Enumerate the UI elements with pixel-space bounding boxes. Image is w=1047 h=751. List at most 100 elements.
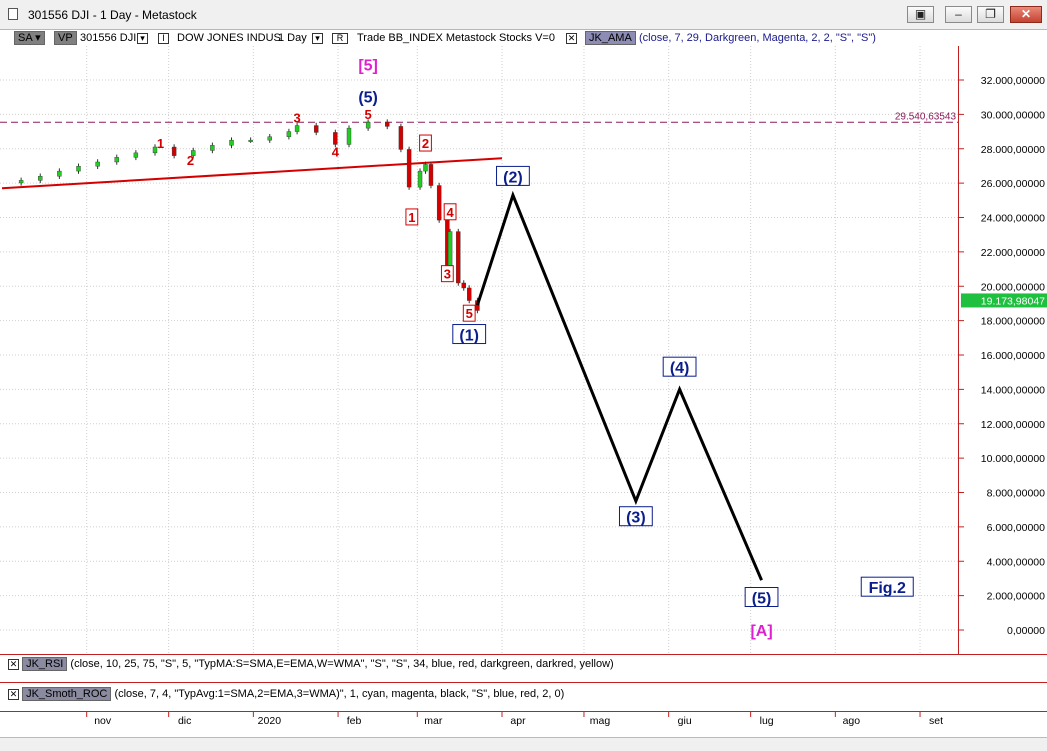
rsi-panel[interactable]: ✕ JK_RSI (close, 10, 25, 75, "S", 5, "Ty…: [0, 654, 1047, 682]
wave-label: 3: [293, 110, 300, 125]
x-tick-label: nov: [94, 715, 112, 727]
y-tick-label: 4.000,00000: [987, 556, 1046, 568]
y-tick-label: 22.000,00000: [981, 247, 1045, 259]
period-dropdown[interactable]: ▾: [312, 31, 323, 45]
x-tick-label: mag: [590, 715, 611, 727]
price-chart[interactable]: 29.540,63543 1 2 3 4 5 (5) [5] 1 2 3 4 5 (1) (2) (3) (4)…: [0, 46, 958, 654]
security-dropdown[interactable]: ▾: [137, 31, 148, 45]
x-tick-label: feb: [347, 715, 362, 727]
date-axis[interactable]: nov dic 2020 feb mar apr mag giu lug ago set: [0, 711, 1047, 737]
y-tick-label: 20.000,00000: [981, 281, 1045, 293]
candle-body: [467, 287, 472, 301]
price-chart-svg: 29.540,6354312345(5)[5]12345(1)(2)(3)(4)…: [0, 46, 958, 654]
chevron-down-icon: ▾: [35, 32, 41, 44]
restore-button[interactable]: ❐: [977, 6, 1004, 23]
period-label: 1 Day: [278, 32, 307, 44]
candle-body: [267, 136, 272, 141]
chart-type-icon: I: [158, 33, 169, 44]
x-tick-label: 2020: [258, 715, 282, 727]
chevron-down-icon: ▾: [137, 33, 148, 44]
candle-body: [417, 170, 423, 188]
rsi-indicator-params: (close, 10, 25, 75, "S", 5, "TypMA:S=SMA…: [70, 658, 614, 670]
y-tick-label: 16.000,00000: [981, 350, 1045, 362]
y-tick-label: 14.000,00000: [981, 384, 1045, 396]
candle-body: [133, 152, 139, 158]
close-icon[interactable]: ✕: [8, 659, 19, 670]
candle-body: [365, 121, 371, 129]
y-tick-label: 6.000,00000: [987, 522, 1046, 534]
candle-style-icon: R: [332, 33, 348, 44]
y-tick-label: 26.000,00000: [981, 178, 1045, 190]
wave-label: 3: [444, 267, 451, 282]
rsi-indicator-name[interactable]: JK_RSI: [22, 657, 68, 671]
y-tick-label: 12.000,00000: [981, 419, 1045, 431]
last-price-label: 19.173,98047: [981, 295, 1045, 307]
candle-body: [38, 176, 43, 181]
y-tick-label: 2.000,00000: [987, 591, 1046, 603]
candle-body: [447, 231, 453, 266]
security-name: DOW JONES INDUS: [177, 32, 281, 44]
rsi-panel-label: ✕ JK_RSI (close, 10, 25, 75, "S", 5, "Ty…: [8, 657, 614, 671]
wave-label: 5: [466, 306, 473, 321]
wave-label: 1: [157, 136, 164, 151]
x-tick-label: set: [929, 715, 943, 727]
chart-header: SA ▾ VP 301556 DJI ▾ I DOW JONES INDUS 1…: [0, 30, 1047, 46]
minimize-button[interactable]: –: [945, 6, 972, 23]
price-axis-svg: 0,00000 2.000,00000 4.000,00000 6.000,00000…: [959, 75, 1047, 637]
roc-indicator-name[interactable]: JK_Smoth_ROC: [22, 687, 112, 701]
close-icon[interactable]: ✕: [8, 689, 19, 700]
indicator-close-button[interactable]: ✕: [566, 31, 577, 45]
candle-body: [114, 157, 119, 163]
candle-body: [456, 231, 461, 284]
wave-label: [A]: [750, 623, 772, 640]
y-tick-label: 30.000,00000: [981, 109, 1045, 121]
vp-button[interactable]: VP: [54, 31, 77, 45]
wave-label: 4: [332, 145, 340, 160]
sa-label: SA: [18, 32, 33, 44]
price-style-dropdown[interactable]: R: [332, 31, 348, 45]
x-tick-label: giu: [678, 715, 692, 727]
window-titlebar: 301556 DJI - 1 Day - Metastock ▣ – ❐ ✕: [0, 0, 1047, 30]
candle-body: [333, 132, 338, 145]
candle-body: [406, 149, 412, 188]
wave-label: (5): [752, 591, 772, 608]
indicator-name[interactable]: JK_AMA: [585, 31, 636, 45]
wave-label: (2): [503, 169, 523, 186]
candle-body: [436, 185, 442, 221]
indicator-params: (close, 7, 29, Darkgreen, Magenta, 2, 2,…: [639, 32, 876, 44]
wave-label: 2: [187, 153, 194, 168]
y-tick-label: 24.000,00000: [981, 213, 1045, 225]
candle-body: [314, 125, 319, 133]
trade-info: Trade BB_INDEX Metastock Stocks V=0: [357, 32, 555, 44]
y-tick-label: 8.000,00000: [987, 488, 1046, 500]
wave-label: (5): [358, 89, 378, 106]
candle-body: [346, 127, 352, 145]
support-trendline: [1, 157, 503, 190]
candle-body: [171, 146, 177, 156]
candle-body: [286, 131, 292, 137]
sa-button[interactable]: SA ▾: [14, 31, 45, 45]
wave-label: 2: [422, 136, 429, 151]
document-icon: [8, 8, 18, 20]
wave-label: 1: [408, 210, 415, 225]
candle-body: [248, 139, 253, 142]
y-tick-label: 32.000,00000: [981, 75, 1045, 87]
close-button[interactable]: ✕: [1010, 6, 1042, 23]
figure-annotation: Fig.2: [869, 580, 906, 597]
price-axis[interactable]: 0,00000 2.000,00000 4.000,00000 6.000,00000…: [958, 46, 1047, 654]
extra-window-button[interactable]: ▣: [907, 6, 934, 23]
candle-body: [294, 125, 300, 132]
chevron-down-icon: ▾: [312, 33, 323, 44]
x-tick-label: apr: [510, 715, 526, 727]
roc-panel[interactable]: ✕ JK_Smoth_ROC (close, 7, 4, "TypAvg:1=S…: [0, 682, 1047, 711]
name-dropdown[interactable]: I: [158, 31, 169, 45]
resistance-label: 29.540,63543: [895, 111, 957, 122]
candle-body: [428, 164, 434, 186]
x-tick-label: mar: [424, 715, 443, 727]
x-tick-label: lug: [760, 715, 774, 727]
candle-body: [398, 126, 404, 150]
roc-indicator-params: (close, 7, 4, "TypAvg:1=SMA,2=EMA,3=WMA)…: [114, 688, 565, 700]
candle-body: [18, 180, 24, 184]
candle-body: [57, 170, 62, 177]
candle-body: [385, 121, 390, 127]
